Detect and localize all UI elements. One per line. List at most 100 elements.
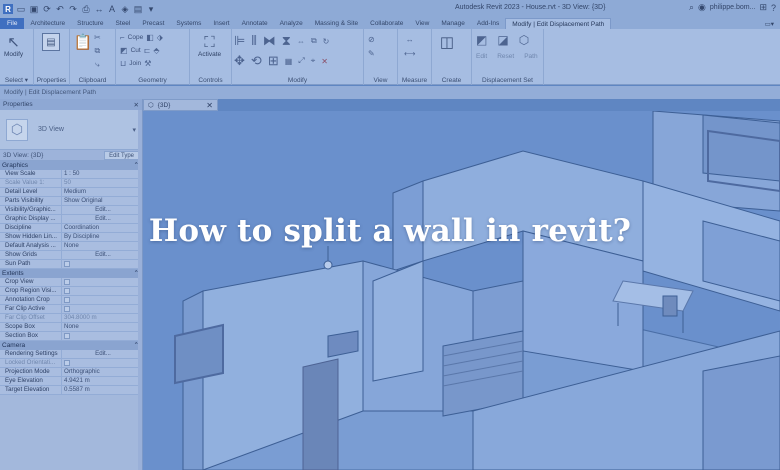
align-icon[interactable]: ⊫ [234,33,245,49]
cart-icon[interactable]: ⊞ [759,2,767,13]
section-box-checkbox[interactable] [64,333,70,339]
cope-button[interactable]: Cope [128,34,144,41]
override-graphics-icon[interactable]: ✎ [368,49,375,58]
prop-row: Scope Box None [0,323,142,332]
split-icon[interactable]: ⊞ [268,53,279,69]
user-name[interactable]: philippe.bom... [710,4,756,11]
array-icon[interactable]: ▦ [285,57,293,66]
ribbon-minimize-icon[interactable]: ▭▾ [759,18,780,29]
sun-path-checkbox[interactable] [64,261,70,267]
move-cross-icon[interactable]: ✥ [234,53,245,69]
group-graphics[interactable]: Graphics ⌃ [0,161,142,170]
tab-insert[interactable]: Insert [207,18,235,29]
edit-button[interactable]: Edit... [62,251,142,259]
tab-annotate[interactable]: Annotate [236,18,274,29]
measure-icon[interactable]: ↔ [94,4,104,14]
split-face-icon[interactable]: ◧ [146,33,154,42]
customize-icon[interactable]: ▾ [146,4,156,14]
revit-logo-icon[interactable]: R [3,4,13,14]
delete-icon[interactable]: ✕ [321,57,328,66]
mirror-axis-icon[interactable]: ⧓ [263,33,276,49]
edit-button[interactable]: Edit... [62,350,142,358]
match-properties-icon[interactable]: ⤷ [95,60,99,70]
rotate-icon[interactable]: ↻ [323,37,330,46]
join-icon[interactable]: ⊔ [120,59,126,68]
cut-icon[interactable]: ✂ [94,33,101,42]
edit-displacement-icon[interactable]: ◩ [476,33,487,47]
dimension-icon[interactable]: ⟷ [404,49,415,58]
cope-icon[interactable]: ⌐ [120,33,125,42]
redo-icon[interactable]: ↷ [68,4,78,14]
displacement-path-icon[interactable]: ⬡ [519,33,529,47]
tab-manage[interactable]: Manage [435,18,471,29]
tab-file[interactable]: File [0,18,25,29]
join-button[interactable]: Join [129,60,141,67]
tab-modify-edit-displacement-path[interactable]: Modify | Edit Displacement Path [505,18,612,29]
group-extents[interactable]: Extents ⌃ [0,269,142,278]
view-3d-thumb-icon: ⬡ [6,118,28,141]
undo-icon[interactable]: ↶ [55,4,65,14]
tab-precast[interactable]: Precast [136,18,170,29]
instance-filter[interactable]: 3D View: {3D} [3,152,43,159]
copy-icon[interactable]: ⧉ [94,46,100,56]
tab-collaborate[interactable]: Collaborate [364,18,409,29]
hide-element-icon[interactable]: ⊘ [368,35,375,44]
annotation-crop-checkbox[interactable] [64,297,70,303]
reset-displacement-label: Reset [497,53,515,60]
activate-button[interactable]: ⛶ Activate [198,33,221,59]
far-clip-active-checkbox[interactable] [64,306,70,312]
properties-button[interactable]: ▤ [42,33,60,51]
demolish-icon[interactable]: ⚒ [144,59,151,68]
paint-icon[interactable]: ⬗ [157,33,163,42]
cut-geometry-icon[interactable]: ◩ [120,46,128,55]
scale-icon[interactable]: ⤢ [298,56,304,66]
group-camera[interactable]: Camera ⌃ [0,341,142,350]
type-selector[interactable]: ⬡ 3D View ▾ [0,110,142,150]
reset-displacement-icon[interactable]: ◪ [497,33,508,47]
quick-access-toolbar: R ▭ ▣ ⟳ ↶ ↷ ⎙ ↔ A ◈ ▤ ▾ [0,0,156,18]
text-icon[interactable]: A [107,4,117,14]
crop-view-checkbox[interactable] [64,279,70,285]
tab-massing-site[interactable]: Massing & Site [309,18,364,29]
copy-element-icon[interactable]: ⧉ [311,36,317,46]
search-icon[interactable]: ⌕ [689,2,694,13]
move-icon[interactable]: ⇔ [297,37,305,46]
tab-structure[interactable]: Structure [71,18,109,29]
prop-row: Crop Region Visi... [0,287,142,296]
create-parts-button[interactable]: ◫ [438,33,456,51]
tab-add-ins[interactable]: Add-Ins [471,18,505,29]
chevron-down-icon[interactable]: ▾ [132,126,136,134]
edit-type-button[interactable]: Edit Type [104,150,139,160]
measure-distance-icon[interactable]: ↔ [406,35,414,44]
print-icon[interactable]: ⎙ [81,4,91,14]
properties-scrollbar[interactable] [138,110,142,470]
locked-orientation-checkbox[interactable] [64,360,70,366]
offset-icon[interactable]: ⫴ [251,33,256,49]
properties-close-icon[interactable]: ✕ [134,101,139,109]
pin-icon[interactable]: ⌖ [311,56,316,66]
close-icon[interactable]: ✕ [206,101,213,110]
panel-label-select[interactable]: Select ▾ [0,76,33,84]
modify-button[interactable]: ↖ Modify [4,33,23,58]
view-tab-3d[interactable]: ⬡ {3D} ✕ [143,99,218,111]
sync-icon[interactable]: ⟳ [42,4,52,14]
user-icon[interactable]: ◉ [698,2,706,13]
switch-windows-icon[interactable]: ▤ [133,4,143,14]
remove-paint-icon[interactable]: ⬘ [153,46,159,55]
paste-button[interactable]: 📋 [74,33,93,51]
mirror-draw-icon[interactable]: ⧗ [282,33,291,49]
view-3d-icon[interactable]: ◈ [120,4,130,14]
save-icon[interactable]: ▣ [29,4,39,14]
cut-button[interactable]: Cut [131,47,141,54]
tab-analyze[interactable]: Analyze [274,18,309,29]
tab-systems[interactable]: Systems [170,18,207,29]
tab-view[interactable]: View [409,18,435,29]
trim-icon[interactable]: ⟲ [251,53,262,69]
crop-region-visible-checkbox[interactable] [64,288,70,294]
tab-steel[interactable]: Steel [110,18,137,29]
help-icon[interactable]: ? [771,3,776,13]
open-icon[interactable]: ▭ [16,4,26,14]
wall-joins-icon[interactable]: ⊏ [144,46,151,55]
tab-architecture[interactable]: Architecture [24,18,71,29]
viewport-3d[interactable] [143,111,780,470]
